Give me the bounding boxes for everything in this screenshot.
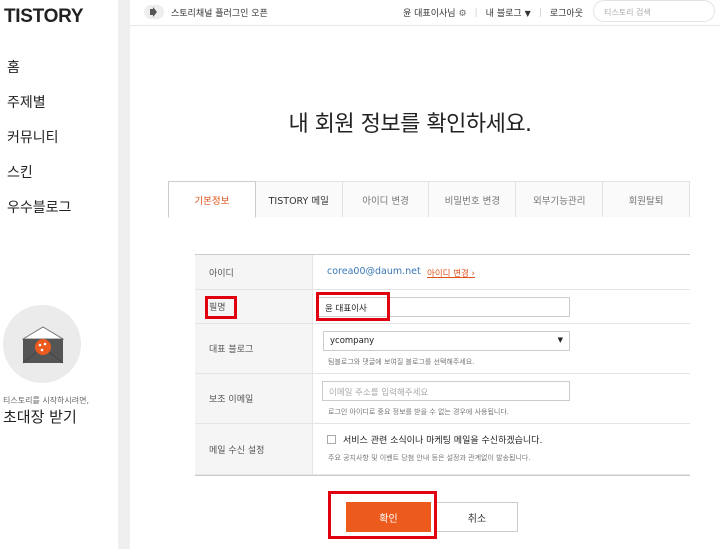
highlight-box-nickname-label (205, 296, 237, 319)
sidebar-divider (118, 0, 130, 549)
id-email: corea00@daum.net (327, 266, 421, 277)
my-blog-menu[interactable]: 내 블로그 ▼ (486, 6, 531, 19)
sidebar-nav: 홈 주제별 커뮤니티 스킨 우수블로그 (7, 56, 71, 231)
page-title: 내 회원 정보를 확인하세요. (288, 112, 532, 137)
divider: | (538, 7, 542, 18)
dropdown-arrow-icon: ▼ (557, 336, 563, 344)
member-info-form: 아이디 필명 대표 블로그 보조 이메일 메일 수신 설정 corea00@da… (195, 254, 690, 476)
search-input[interactable]: 티스토리 검색 (593, 0, 715, 22)
tab-change-password[interactable]: 비밀번호 변경 (429, 181, 517, 217)
tab-basic-info[interactable]: 기본정보 (168, 181, 256, 218)
logout-link[interactable]: 로그아웃 (550, 6, 583, 19)
change-id-link[interactable]: 아이디 변경 › (427, 267, 475, 279)
tab-external-apps[interactable]: 외부기능관리 (516, 181, 604, 217)
tab-change-id[interactable]: 아이디 변경 (342, 181, 430, 217)
tab-tistory-mail[interactable]: TISTORY 메일 (255, 181, 343, 217)
notice[interactable]: 스토리채널 플러그인 오픈 (144, 5, 268, 19)
sub-email-hint: 로그인 아이디로 중요 정보를 받을 수 없는 경우에 사용됩니다. (328, 408, 510, 416)
user-name: 윤 대표이사님 (403, 9, 456, 19)
sidebar: TISTORY 홈 주제별 커뮤니티 스킨 우수블로그 티스토리를 시작하시려면… (0, 0, 118, 549)
mail-hint: 주요 공지사항 및 이벤트 당첨 안내 등은 설정과 관계없이 발송됩니다. (328, 454, 531, 462)
user-menu[interactable]: 윤 대표이사님 ⚙ (403, 6, 467, 19)
highlight-box-nickname-input (316, 292, 390, 321)
top-links: 윤 대표이사님 ⚙ | 내 블로그 ▼ | 로그아웃 (403, 6, 583, 20)
top-bar: 스토리채널 플러그인 오픈 윤 대표이사님 ⚙ | 내 블로그 ▼ | 로그아웃 티… (130, 0, 720, 26)
megaphone-icon (144, 5, 164, 19)
sidebar-item-skin[interactable]: 스킨 (7, 161, 71, 196)
blog-hint: 팀블로그와 댓글에 보여질 블로그를 선택해주세요. (328, 358, 475, 366)
sidebar-item-topics[interactable]: 주제별 (7, 91, 71, 126)
gear-icon: ⚙ (458, 9, 467, 19)
marketing-mail-label: 서비스 관련 소식이나 마케팅 메일을 수신하겠습니다. (343, 436, 543, 446)
sub-email-input[interactable]: 이메일 주소를 입력해주세요 (322, 381, 570, 401)
notice-text: 스토리채널 플러그인 오픈 (171, 8, 268, 19)
envelope-icon (22, 326, 64, 364)
invite-subtext: 티스토리를 시작하시려면, (3, 396, 90, 405)
id-label: 아이디 (195, 255, 313, 289)
tab-withdraw[interactable]: 회원탈퇴 (603, 181, 690, 217)
invite-circle (3, 305, 81, 383)
cancel-button[interactable]: 취소 (436, 502, 518, 532)
sub-email-label: 보조 이메일 (195, 374, 313, 423)
marketing-mail-checkbox[interactable]: 서비스 관련 소식이나 마케팅 메일을 수신하겠습니다. (327, 433, 542, 446)
invite-link[interactable]: 초대장 받기 (3, 406, 77, 427)
mail-setting-label: 메일 수신 설정 (195, 424, 313, 474)
blog-select-value: ycompany (330, 336, 375, 346)
highlight-box-confirm (328, 491, 437, 539)
tistory-logo[interactable]: TISTORY (4, 6, 84, 28)
caret-down-icon: ▼ (524, 9, 531, 18)
divider: | (474, 7, 478, 18)
checkbox-icon (327, 435, 336, 444)
blog-label: 대표 블로그 (195, 324, 313, 373)
sidebar-item-community[interactable]: 커뮤니티 (7, 126, 71, 161)
my-blog-label: 내 블로그 (485, 9, 522, 19)
sidebar-item-best-blogs[interactable]: 우수블로그 (7, 196, 71, 231)
blog-select[interactable]: ycompany ▼ (323, 331, 570, 351)
form-row-mail-setting: 메일 수신 설정 (195, 424, 690, 475)
sidebar-item-home[interactable]: 홈 (7, 56, 71, 91)
mail-setting-cell (313, 424, 690, 474)
tab-bar: 기본정보 TISTORY 메일 아이디 변경 비밀번호 변경 외부기능관리 회원… (168, 181, 690, 218)
